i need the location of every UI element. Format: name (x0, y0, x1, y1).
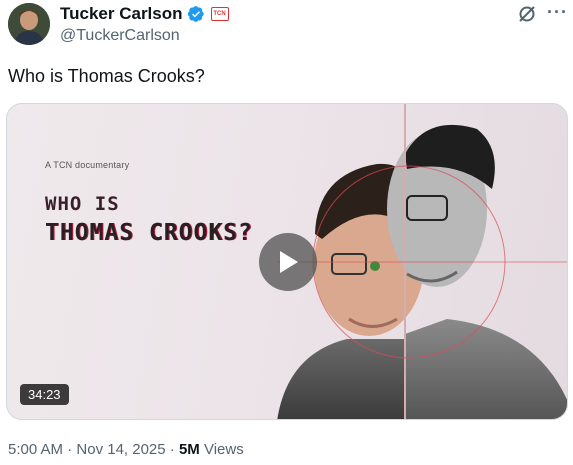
author-name-row: Tucker Carlson TCN (60, 3, 229, 25)
meta-separator: · (169, 441, 175, 458)
views-count: 5M (178, 441, 200, 458)
author-handle[interactable]: @TuckerCarlson (60, 27, 180, 45)
meta-separator: · (67, 441, 73, 458)
video-player[interactable]: A TCN documentary WHO IS THOMAS CROOKS? (6, 103, 568, 420)
author-name[interactable]: Tucker Carlson (60, 4, 183, 24)
video-title-line2: THOMAS CROOKS? (45, 219, 253, 246)
affiliation-badge[interactable]: TCN (210, 7, 229, 21)
tweet-meta: 5:00 AM · Nov 14, 2025 · 5M Views (8, 441, 244, 458)
play-icon (280, 251, 298, 273)
tweet-text: Who is Thomas Crooks? (8, 66, 205, 86)
video-kicker: A TCN documentary (45, 160, 130, 170)
video-thumbnail-portrait (277, 104, 567, 419)
video-title: WHO IS THOMAS CROOKS? (45, 193, 253, 246)
tweet-date[interactable]: Nov 14, 2025 (76, 441, 165, 458)
views-label: Views (203, 441, 244, 458)
tweet-time[interactable]: 5:00 AM (8, 441, 63, 458)
video-duration: 34:23 (20, 384, 69, 405)
grok-icon[interactable] (517, 4, 537, 24)
more-icon[interactable]: ··· (547, 2, 568, 23)
author-avatar[interactable] (8, 3, 50, 45)
play-button[interactable] (259, 233, 317, 291)
verified-badge-icon[interactable] (187, 5, 205, 23)
video-title-line1: WHO IS (45, 193, 120, 215)
